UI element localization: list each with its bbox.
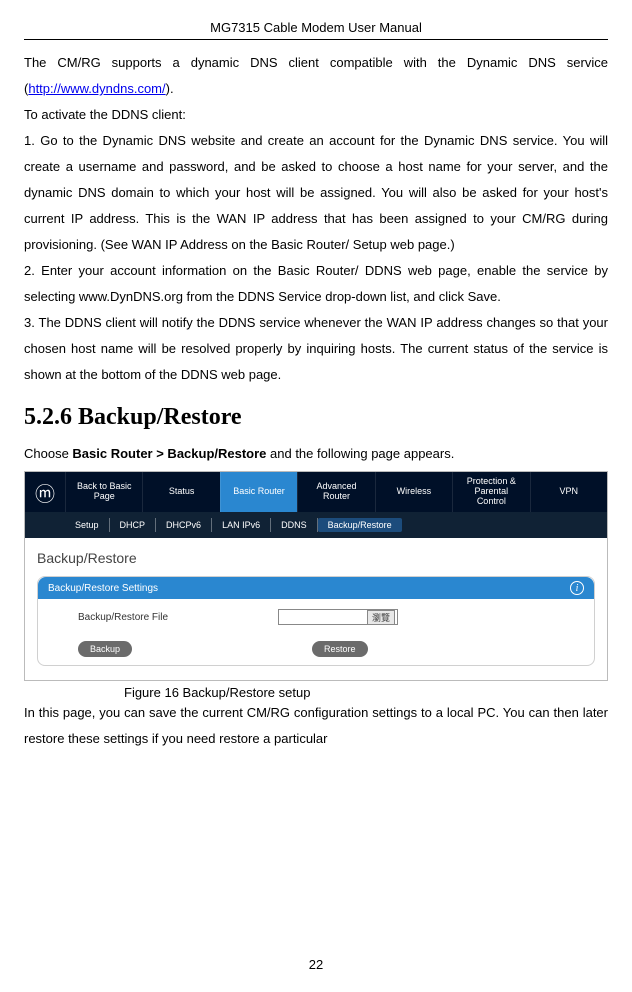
nav-wireless[interactable]: Wireless xyxy=(375,472,452,512)
figure-caption: Figure 16 Backup/Restore setup xyxy=(124,685,608,700)
subnav-backup-restore[interactable]: Backup/Restore xyxy=(318,518,402,532)
dyndns-link[interactable]: http://www.dyndns.com/ xyxy=(28,81,165,96)
nav-advanced-router[interactable]: Advanced Router xyxy=(297,472,374,512)
file-input[interactable]: 瀏覽 xyxy=(278,609,398,625)
subnav-setup[interactable]: Setup xyxy=(65,518,110,532)
page-header: MG7315 Cable Modem User Manual xyxy=(24,20,608,40)
subnav-ddns[interactable]: DDNS xyxy=(271,518,318,532)
paragraph-after-figure: In this page, you can save the current C… xyxy=(24,700,608,752)
nav-protection[interactable]: Protection & Parental Control xyxy=(452,472,529,512)
panel-footer: Backup Restore xyxy=(38,635,594,665)
browse-button[interactable]: 瀏覽 xyxy=(367,610,395,625)
breadcrumb-bold: Basic Router > Backup/Restore xyxy=(72,446,266,461)
paragraph-step1: 1. Go to the Dynamic DNS website and cre… xyxy=(24,128,608,258)
nav-vpn[interactable]: VPN xyxy=(530,472,607,512)
restore-button[interactable]: Restore xyxy=(312,641,368,657)
paragraph-activate: To activate the DDNS client: xyxy=(24,102,608,128)
file-row-label: Backup/Restore File xyxy=(78,612,278,623)
text-seg: and the following page appears. xyxy=(266,446,454,461)
text-seg: ). xyxy=(166,81,174,96)
panel-header-label: Backup/Restore Settings xyxy=(48,583,158,594)
panel-page-title: Backup/Restore xyxy=(37,550,595,566)
paragraph-step3: 3. The DDNS client will notify the DDNS … xyxy=(24,310,608,388)
file-row: Backup/Restore File 瀏覽 xyxy=(38,599,594,635)
subnav-dhcp[interactable]: DHCP xyxy=(110,518,157,532)
subnav-dhcpv6[interactable]: DHCPv6 xyxy=(156,518,212,532)
subnav-lanipv6[interactable]: LAN IPv6 xyxy=(212,518,271,532)
backup-button[interactable]: Backup xyxy=(78,641,132,657)
text-seg: Choose xyxy=(24,446,72,461)
top-nav: ⓜ Back to Basic Page Status Basic Router… xyxy=(25,472,607,512)
sub-nav: Setup DHCP DHCPv6 LAN IPv6 DDNS Backup/R… xyxy=(25,512,607,538)
panel-header: Backup/Restore Settings i xyxy=(38,577,594,599)
router-ui-screenshot: ⓜ Back to Basic Page Status Basic Router… xyxy=(24,471,608,681)
page-number: 22 xyxy=(0,957,632,972)
info-icon[interactable]: i xyxy=(570,581,584,595)
nav-status[interactable]: Status xyxy=(142,472,219,512)
choose-line: Choose Basic Router > Backup/Restore and… xyxy=(24,441,608,467)
nav-basic-router[interactable]: Basic Router xyxy=(220,472,297,512)
paragraph-step2: 2. Enter your account information on the… xyxy=(24,258,608,310)
paragraph-ddns-intro: The CM/RG supports a dynamic DNS client … xyxy=(24,50,608,102)
section-heading: 5.2.6 Backup/Restore xyxy=(24,404,608,431)
settings-panel: Backup/Restore Settings i Backup/Restore… xyxy=(37,576,595,666)
nav-back-to-basic[interactable]: Back to Basic Page xyxy=(65,472,142,512)
motorola-logo-icon: ⓜ xyxy=(25,472,65,512)
